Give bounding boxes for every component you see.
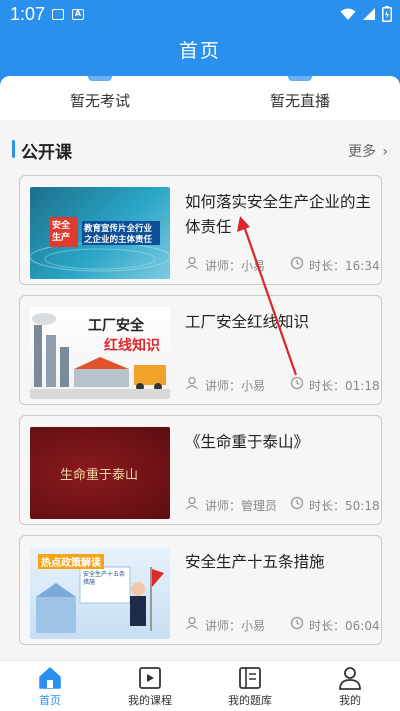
course-thumbnail: 工厂安全 红线知识 <box>30 307 170 399</box>
course-thumbnail: 热点政策解读 安全生产十五条措施 <box>30 547 170 639</box>
wifi-icon <box>340 8 356 20</box>
thumb-line2: 之企业的主体责任 <box>84 235 153 245</box>
course-meta: 讲师：管理员 时长：50:18 <box>185 495 380 513</box>
nav-label: 我的题库 <box>228 694 272 707</box>
course-card[interactable]: 安全生产 教育宣传片全行业 之企业的主体责任 如何落实安全生产企业的主体责任 讲… <box>19 175 382 285</box>
lecturer: 讲师：小易 <box>205 619 266 633</box>
video-icon <box>139 667 161 689</box>
lecturer-icon <box>186 256 198 270</box>
lecturer-icon <box>186 616 198 630</box>
tab-exam[interactable]: 暂无考试 <box>0 90 200 111</box>
course-title[interactable]: 如何落实安全生产企业的主体责任 <box>185 190 377 240</box>
thumb-line2: 红线知识 <box>104 338 160 354</box>
lecturer: 讲师：管理员 <box>205 499 278 513</box>
nav-my-courses[interactable]: 我的课程 <box>100 661 200 711</box>
image-notification-icon <box>52 9 64 20</box>
person-icon <box>339 667 361 690</box>
nav-home[interactable]: 首页 <box>0 661 100 711</box>
duration: 时长：16:34 <box>309 259 380 273</box>
section-header: 公开课 更多 › <box>0 128 400 180</box>
lecturer-icon <box>186 496 198 510</box>
home-icon <box>39 667 61 689</box>
tab-indicator <box>288 76 312 81</box>
bottom-nav: 首页 我的课程 我的题库 我的 <box>0 660 400 711</box>
tab-indicator <box>88 76 112 81</box>
section-accent-bar <box>12 140 15 158</box>
course-card[interactable]: 生命重于泰山 《生命重于泰山》 讲师：管理员 时长：50:18 <box>19 415 382 525</box>
nav-label: 我的 <box>339 694 361 707</box>
lecturer-icon <box>186 376 198 390</box>
book-icon <box>239 667 261 689</box>
course-meta: 讲师：小易 时长：01:18 <box>185 375 380 393</box>
course-thumbnail: 安全生产 教育宣传片全行业 之企业的主体责任 <box>30 187 170 279</box>
course-title[interactable]: 《生命重于泰山》 <box>185 430 377 455</box>
lecturer: 讲师：小易 <box>205 259 266 273</box>
thumb-line1: 生命重于泰山 <box>60 468 139 483</box>
more-link[interactable]: 更多 › <box>348 141 388 161</box>
course-meta: 讲师：小易 时长：16:34 <box>185 255 380 273</box>
duration: 时长：06:04 <box>309 619 380 633</box>
course-meta: 讲师：小易 时长：06:04 <box>185 615 380 633</box>
nav-label: 我的课程 <box>128 694 172 707</box>
course-card[interactable]: 热点政策解读 安全生产十五条措施 安全生产十五条措施 讲师：小易 时长：06:0… <box>19 535 382 645</box>
page-title: 首页 <box>178 40 221 62</box>
clock-icon <box>290 256 304 270</box>
signal-icon <box>363 8 375 20</box>
lecturer: 讲师：小易 <box>205 379 266 393</box>
section-title: 公开课 <box>21 143 72 163</box>
thumb-badge: 安全生产 <box>52 221 71 243</box>
nav-label: 首页 <box>39 694 61 707</box>
thumb-line1: 工厂安全 <box>88 318 144 334</box>
a-notification-icon: A <box>72 9 84 20</box>
thumb-line2: 安全生产十五条措施 <box>83 571 126 586</box>
duration: 时长：01:18 <box>309 379 380 393</box>
battery-icon <box>382 6 392 22</box>
more-label: 更多 <box>347 144 376 160</box>
clock-icon <box>290 496 304 510</box>
course-thumbnail: 生命重于泰山 <box>30 427 170 519</box>
status-icons <box>340 6 392 22</box>
tabs-card: 暂无考试 暂无直播 <box>0 76 400 120</box>
chevron-right-icon: › <box>382 144 388 160</box>
tab-live[interactable]: 暂无直播 <box>200 90 400 111</box>
status-bar: 1:07 A <box>0 0 400 30</box>
clock-icon <box>290 376 304 390</box>
thumb-line1: 热点政策解读 <box>38 554 104 569</box>
duration: 时长：50:18 <box>309 499 380 513</box>
course-title[interactable]: 工厂安全红线知识 <box>185 310 377 335</box>
course-card[interactable]: 工厂安全 红线知识 工厂安全红线知识 讲师：小易 时长：01:18 <box>19 295 382 405</box>
nav-question-bank[interactable]: 我的题库 <box>200 661 300 711</box>
nav-profile[interactable]: 我的 <box>300 661 400 711</box>
course-title[interactable]: 安全生产十五条措施 <box>185 550 377 575</box>
clock-icon <box>290 616 304 630</box>
status-time: 1:07 <box>10 4 46 24</box>
